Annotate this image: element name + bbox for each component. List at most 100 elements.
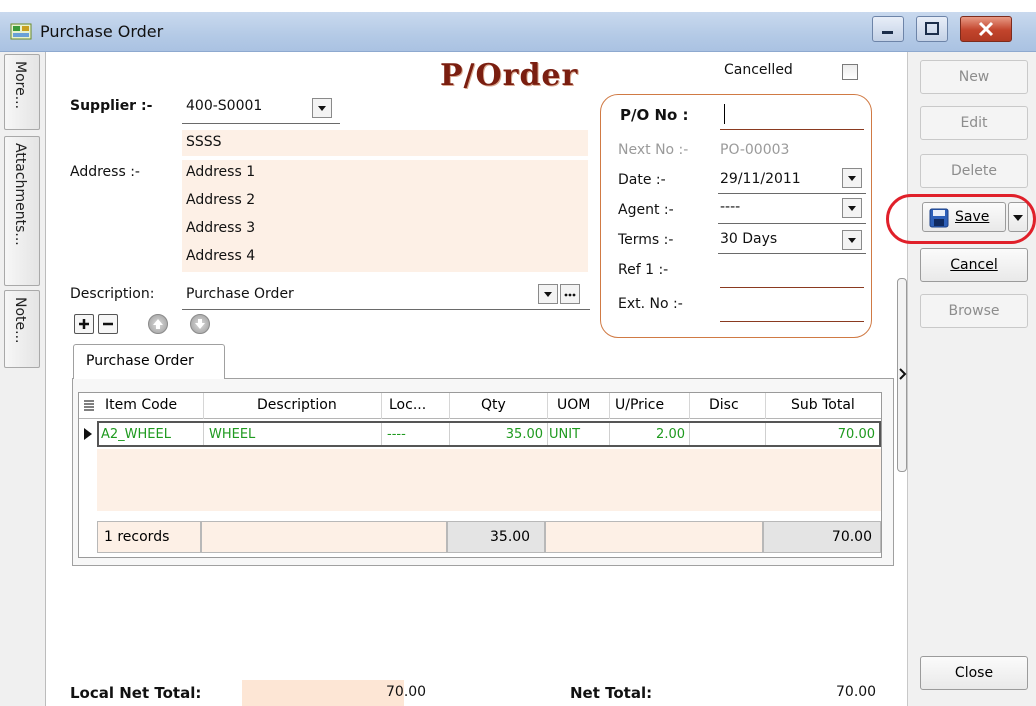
add-row-button[interactable] — [74, 314, 94, 334]
footer-spacer-1 — [201, 521, 447, 553]
qty-total: 35.00 — [490, 529, 531, 545]
description-label: Description: — [70, 286, 155, 302]
net-total-label: Net Total: — [570, 684, 653, 702]
po-no-label: P/O No : — [620, 106, 689, 124]
ellipsis-icon — [564, 293, 576, 297]
next-no-value: PO-00003 — [720, 142, 790, 158]
browse-button-label: Browse — [948, 303, 1000, 319]
cell-uom[interactable]: UNIT — [549, 427, 580, 442]
col-unit-price[interactable]: U/Price — [615, 397, 664, 413]
new-button-label: New — [958, 69, 990, 85]
cell-item-code[interactable]: A2_WHEEL — [101, 427, 171, 442]
chevron-down-icon — [848, 238, 856, 243]
supplier-dropdown-button[interactable] — [312, 98, 332, 118]
close-icon — [978, 21, 994, 37]
cell-description[interactable]: WHEEL — [209, 427, 255, 442]
side-tab-attachments-label: Attachments... — [12, 143, 28, 246]
date-dropdown-button[interactable] — [842, 168, 862, 188]
move-down-button[interactable] — [190, 314, 210, 334]
delete-button[interactable]: Delete — [920, 154, 1028, 188]
cancelled-checkbox[interactable] — [842, 64, 858, 80]
po-no-input[interactable] — [720, 100, 864, 130]
terms-dropdown-button[interactable] — [842, 230, 862, 250]
cell-sub-total[interactable]: 70.00 — [767, 427, 875, 442]
chevron-down-icon — [318, 106, 326, 111]
cell-qty[interactable]: 35.00 — [451, 427, 543, 442]
app-icon — [10, 23, 32, 40]
edit-button[interactable]: Edit — [920, 106, 1028, 140]
maximize-button[interactable] — [916, 16, 948, 42]
arrow-down-icon — [195, 319, 205, 329]
terms-label: Terms :- — [618, 232, 674, 248]
chevron-down-icon — [848, 206, 856, 211]
cell-location[interactable]: ---- — [387, 427, 406, 442]
grid-empty-area — [97, 449, 881, 511]
address-label: Address :- — [70, 164, 140, 180]
side-tab-more[interactable]: More... — [4, 54, 40, 130]
description-field[interactable]: Purchase Order — [182, 280, 590, 310]
minus-icon — [103, 322, 113, 326]
column-chooser-icon[interactable] — [83, 399, 95, 413]
action-panel — [907, 52, 1036, 706]
cancel-button[interactable]: Cancel — [920, 248, 1028, 282]
cell-unit-price[interactable]: 2.00 — [611, 427, 685, 442]
delete-button-label: Delete — [951, 163, 997, 179]
window-title-bar[interactable]: Purchase Order — [0, 12, 1036, 52]
tab-purchase-order[interactable]: Purchase Order — [73, 344, 225, 379]
minimize-button[interactable] — [872, 16, 904, 42]
table-row[interactable]: A2_WHEEL WHEEL ---- 35.00 UNIT 2.00 70.0… — [97, 421, 881, 447]
supplier-name-value: SSSS — [186, 134, 222, 150]
local-net-total-value: 70.00 — [386, 684, 427, 700]
cancelled-label: Cancelled — [724, 62, 793, 78]
items-grid[interactable]: Item Code Description Loc... Qty UOM U/P… — [78, 392, 882, 558]
maximize-icon — [925, 22, 939, 35]
agent-label: Agent :- — [618, 202, 674, 218]
col-location[interactable]: Loc... — [389, 397, 426, 413]
new-button[interactable]: New — [920, 60, 1028, 94]
footer-qty-cell: 35.00 — [447, 521, 545, 553]
supplier-code-value: 400-S0001 — [186, 98, 263, 114]
tab-purchase-order-label: Purchase Order — [86, 353, 194, 369]
close-window-button[interactable] — [960, 16, 1012, 42]
ext-no-label: Ext. No :- — [618, 296, 683, 312]
page-title: P/Order — [440, 58, 579, 93]
move-up-button[interactable] — [148, 314, 168, 334]
chevron-down-icon — [544, 292, 552, 297]
address-line-3: Address 3 — [186, 220, 256, 236]
footer-records-cell: 1 records — [97, 521, 201, 553]
row-pointer-icon — [84, 428, 92, 440]
text-cursor — [724, 104, 725, 124]
col-qty[interactable]: Qty — [481, 397, 506, 413]
date-label: Date :- — [618, 172, 666, 188]
plus-icon — [79, 319, 89, 329]
grid-footer: 1 records 35.00 70.00 — [97, 521, 881, 553]
address-line-2: Address 2 — [186, 192, 256, 208]
address-block[interactable]: Address 1 Address 2 Address 3 Address 4 — [182, 160, 588, 272]
browse-button[interactable]: Browse — [920, 294, 1028, 328]
ref1-input[interactable] — [720, 262, 864, 288]
description-dropdown-button[interactable] — [538, 284, 558, 304]
supplier-label: Supplier :- — [70, 98, 153, 114]
description-more-button[interactable] — [560, 284, 580, 304]
col-sub-total[interactable]: Sub Total — [791, 397, 855, 413]
side-tab-more-label: More... — [12, 61, 28, 110]
ext-no-input[interactable] — [720, 296, 864, 322]
subtotal-total: 70.00 — [831, 529, 872, 545]
description-value: Purchase Order — [186, 286, 294, 302]
side-tab-attachments[interactable]: Attachments... — [4, 136, 40, 286]
col-item-code[interactable]: Item Code — [105, 397, 177, 413]
agent-dropdown-button[interactable] — [842, 198, 862, 218]
side-tab-note[interactable]: Note... — [4, 290, 40, 368]
side-tab-note-label: Note... — [12, 297, 28, 344]
terms-value: 30 Days — [720, 231, 778, 247]
remove-row-button[interactable] — [98, 314, 118, 334]
records-count: 1 records — [104, 529, 170, 545]
close-button[interactable]: Close — [920, 656, 1028, 690]
col-discount[interactable]: Disc — [709, 397, 739, 413]
supplier-name-field[interactable]: SSSS — [182, 130, 588, 156]
col-uom[interactable]: UOM — [557, 397, 590, 413]
date-value: 29/11/2011 — [720, 171, 801, 187]
col-description[interactable]: Description — [257, 397, 337, 413]
address-line-1: Address 1 — [186, 164, 256, 180]
chevron-down-icon — [848, 176, 856, 181]
